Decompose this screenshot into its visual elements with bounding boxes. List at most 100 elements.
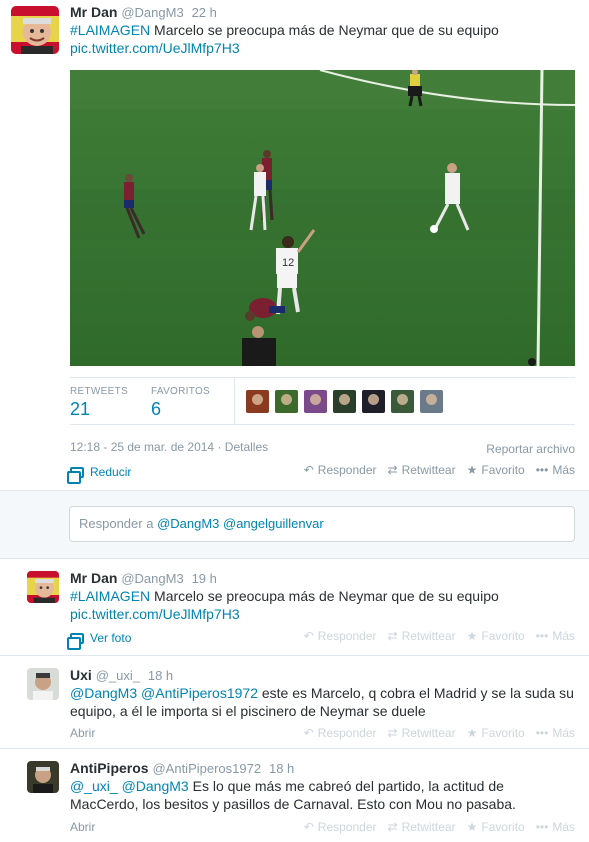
favoriter-avatar[interactable]	[275, 390, 298, 413]
author-handle[interactable]: @AntiPiperos1972	[152, 761, 261, 776]
tweet-photo[interactable]: 12	[70, 70, 575, 366]
favoriter-avatar[interactable]	[304, 390, 327, 413]
reply-mentions: @DangM3 @angelguillenvar	[157, 516, 324, 531]
svg-text:12: 12	[282, 257, 294, 269]
avatar-mr-dan-small[interactable]	[27, 571, 59, 603]
more-action[interactable]: ••• Más	[536, 726, 575, 740]
reply-action[interactable]: ↶ Responder	[304, 820, 377, 834]
reply-label: Responder	[317, 726, 377, 740]
favoriter-avatar[interactable]	[333, 390, 356, 413]
reply-label: Responder	[317, 820, 377, 834]
more-action[interactable]: ••• Más	[536, 463, 575, 477]
tweet-time[interactable]: 18 h	[269, 761, 294, 776]
retweet-icon: ⇄	[387, 463, 398, 477]
favorite-label: Favorito	[481, 463, 525, 477]
favorite-label: Favorito	[481, 726, 525, 740]
details-link[interactable]: Detalles	[225, 440, 268, 454]
favorites-count: 6	[151, 399, 162, 419]
favorites-stat[interactable]: FAVORITOS 6	[151, 386, 210, 420]
tweet-time[interactable]: 22 h	[192, 5, 217, 20]
main-tweet: Mr Dan @DangM3 22 h #LAIMAGEN Marcelo se…	[0, 0, 589, 491]
reply-action[interactable]: ↶ Responder	[304, 726, 377, 740]
retweet-label: Retwittear	[401, 820, 456, 834]
tweet-header: Uxi @_uxi_ 18 h	[70, 667, 173, 683]
star-icon: ★	[466, 820, 478, 834]
hashtag-link[interactable]: #LAIMAGEN	[70, 588, 150, 604]
author-name[interactable]: Mr Dan	[70, 570, 117, 586]
earlier-tweet[interactable]: Mr Dan @DangM3 19 h #LAIMAGEN Marcelo se…	[0, 559, 589, 656]
report-link[interactable]: Reportar archivo	[486, 442, 575, 456]
more-action[interactable]: ••• Más	[536, 629, 575, 643]
retweet-label: Retwittear	[401, 463, 456, 477]
retweet-label: Retwittear	[401, 629, 456, 643]
author-name[interactable]: Mr Dan	[70, 4, 117, 20]
favorite-action[interactable]: ★ Favorito	[467, 463, 525, 477]
reply-action[interactable]: ↶ Responder	[304, 463, 377, 477]
tweet-body: Marcelo se preocupa más de Neymar que de…	[150, 588, 499, 604]
pic-link[interactable]: pic.twitter.com/UeJlMfp7H3	[70, 40, 240, 56]
retweet-action[interactable]: ⇄ Retwittear	[388, 463, 456, 477]
reply-label: Responder	[317, 463, 377, 477]
author-handle[interactable]: @DangM3	[121, 5, 183, 20]
card-icon	[67, 466, 84, 484]
star-icon: ★	[466, 629, 478, 643]
tweet-actions: ↶ Responder ⇄ Retwittear ★ Favorito ••• Más	[304, 463, 575, 477]
tweet-time[interactable]: 18 h	[148, 668, 173, 683]
avatar-antipiperos[interactable]	[27, 761, 59, 793]
tweet-actions: ↶ Responder ⇄ Retwittear ★ Favorito ••• Más	[304, 820, 575, 834]
mention-link[interactable]: @DangM3	[118, 778, 189, 794]
author-name[interactable]: Uxi	[70, 667, 92, 683]
mention-link[interactable]: @AntiPiperos1972	[137, 685, 258, 701]
reply-tweet-uxi[interactable]: Uxi @_uxi_ 18 h @DangM3 @AntiPiperos1972…	[0, 656, 589, 749]
tweet-actions: ↶ Responder ⇄ Retwittear ★ Favorito ••• Más	[304, 629, 575, 643]
more-action[interactable]: ••• Más	[536, 820, 575, 834]
open-link[interactable]: Abrir	[70, 820, 95, 834]
reply-tweet-antipiperos[interactable]: AntiPiperos @AntiPiperos1972 18 h @_uxi_…	[0, 749, 589, 842]
author-handle[interactable]: @_uxi_	[96, 668, 140, 683]
reply-icon: ↶	[303, 629, 314, 643]
view-photo-label: Ver foto	[90, 631, 132, 645]
mention-link[interactable]: @_uxi_	[70, 778, 118, 794]
favorite-action[interactable]: ★ Favorito	[467, 820, 525, 834]
star-icon: ★	[466, 726, 478, 740]
mention-link[interactable]: @DangM3	[70, 685, 137, 701]
author-handle[interactable]: @DangM3	[121, 571, 183, 586]
tweet-time[interactable]: 19 h	[192, 571, 217, 586]
retweet-action[interactable]: ⇄ Retwittear	[388, 629, 456, 643]
reply-label: Responder	[317, 629, 377, 643]
tweet-text: #LAIMAGEN Marcelo se preocupa más de Ney…	[70, 21, 575, 57]
tweet-body: Marcelo se preocupa más de Neymar que de…	[150, 22, 499, 38]
tweet-actions: ↶ Responder ⇄ Retwittear ★ Favorito ••• Más	[304, 726, 575, 740]
avatar-uxi[interactable]	[27, 668, 59, 700]
more-icon: •••	[535, 726, 549, 740]
retweet-icon: ⇄	[387, 726, 398, 740]
tweet-timestamp[interactable]: 12:18 - 25 de mar. de 2014	[70, 440, 214, 454]
retweet-icon: ⇄	[387, 820, 398, 834]
view-photo-button[interactable]: Ver foto	[67, 631, 132, 650]
reply-action[interactable]: ↶ Responder	[304, 629, 377, 643]
stats-bar: RETWEETS 21 FAVORITOS 6	[70, 377, 575, 425]
favorite-action[interactable]: ★ Favorito	[467, 726, 525, 740]
favoriter-avatar[interactable]	[420, 390, 443, 413]
favoriter-avatar[interactable]	[391, 390, 414, 413]
hashtag-link[interactable]: #LAIMAGEN	[70, 22, 150, 38]
author-name[interactable]: AntiPiperos	[70, 760, 149, 776]
avatar-mr-dan[interactable]	[11, 6, 59, 54]
more-label: Más	[552, 820, 575, 834]
open-link[interactable]: Abrir	[70, 726, 95, 740]
favoriter-avatar[interactable]	[246, 390, 269, 413]
favorite-label: Favorito	[481, 629, 525, 643]
reply-icon: ↶	[303, 463, 314, 477]
reply-input[interactable]: Responder a @DangM3 @angelguillenvar	[69, 506, 575, 542]
retweet-action[interactable]: ⇄ Retwittear	[388, 726, 456, 740]
collapse-button[interactable]: Reducir	[67, 465, 131, 484]
retweet-icon: ⇄	[387, 629, 398, 643]
tweet-text: #LAIMAGEN Marcelo se preocupa más de Ney…	[70, 587, 575, 623]
tweet-header: Mr Dan @DangM3 19 h	[70, 570, 217, 586]
pic-link[interactable]: pic.twitter.com/UeJlMfp7H3	[70, 606, 240, 622]
favoriter-avatar[interactable]	[362, 390, 385, 413]
favorite-action[interactable]: ★ Favorito	[467, 629, 525, 643]
retweet-action[interactable]: ⇄ Retwittear	[388, 820, 456, 834]
reply-icon: ↶	[303, 820, 314, 834]
retweets-stat[interactable]: RETWEETS 21	[70, 386, 128, 420]
